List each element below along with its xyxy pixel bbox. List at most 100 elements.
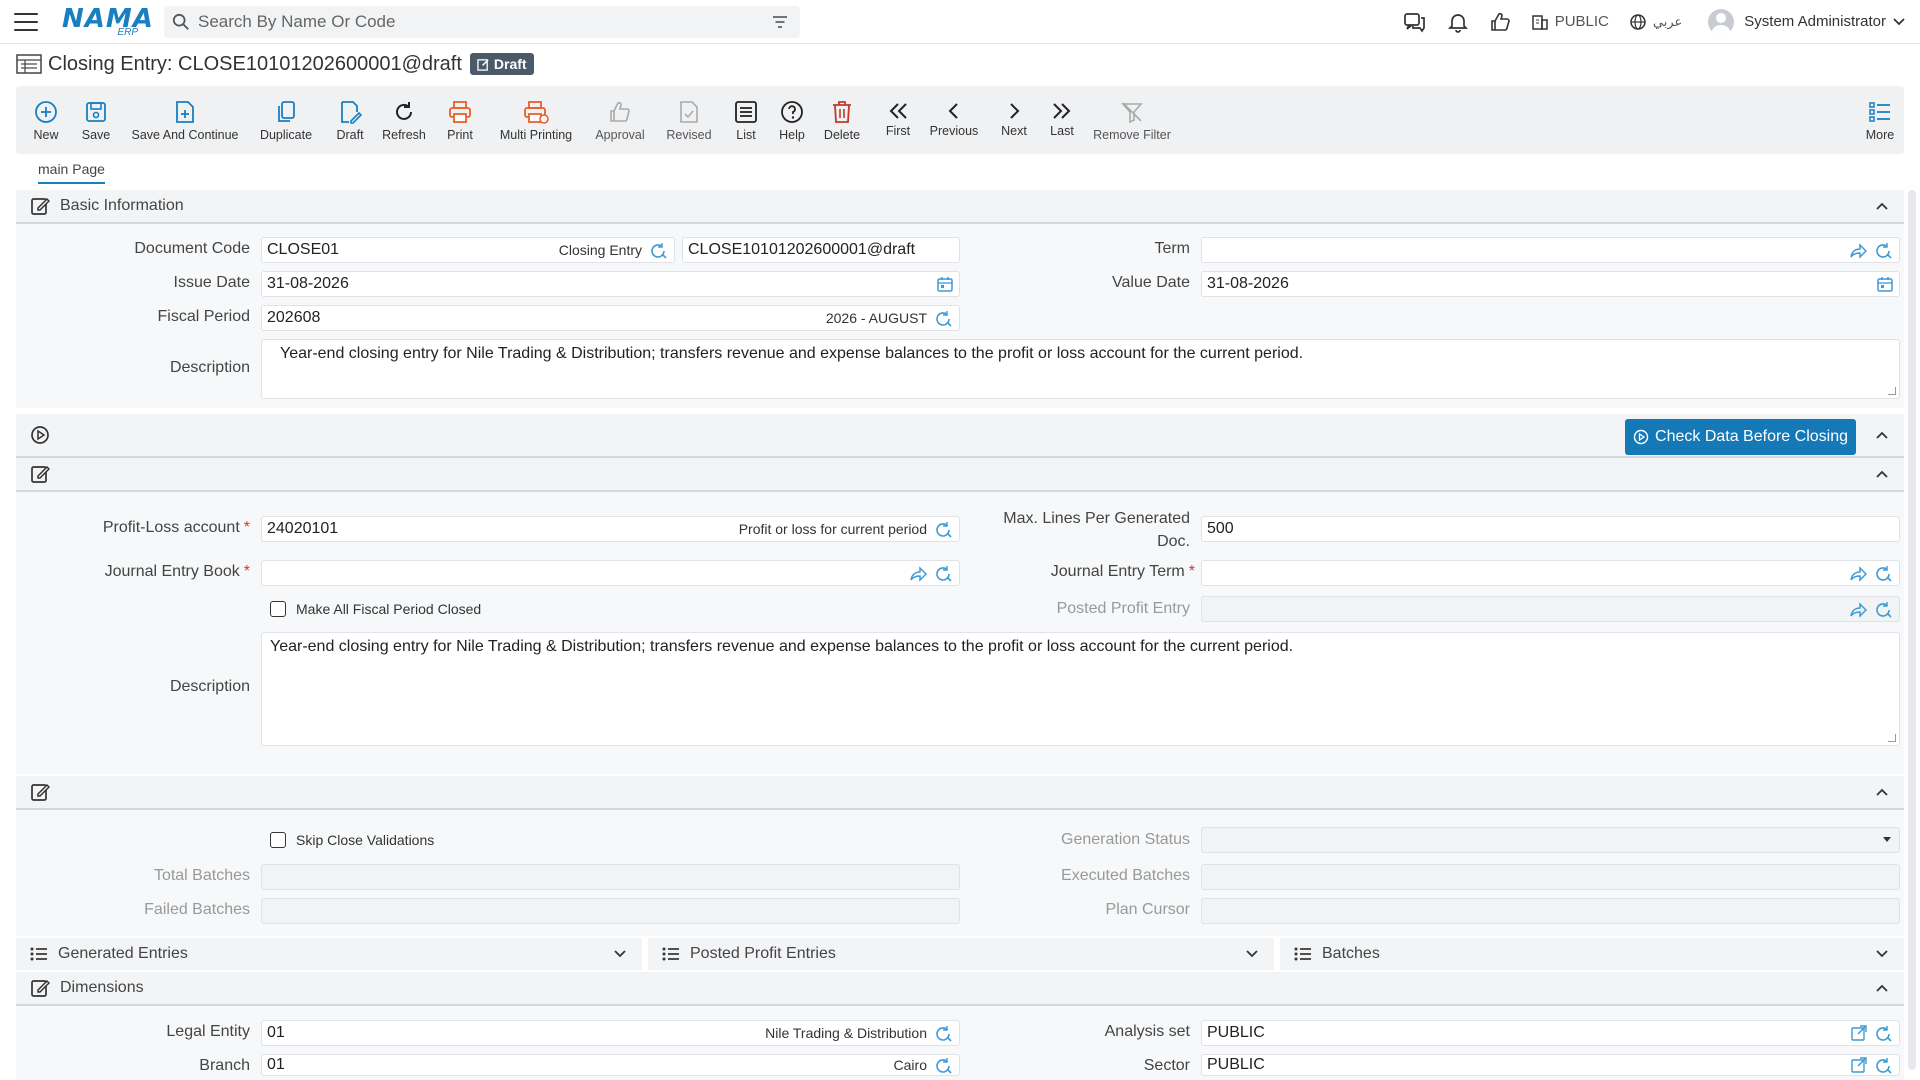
description-textarea[interactable]: Year-end closing entry for Nile Trading … xyxy=(261,339,1900,399)
search-refresh-icon[interactable] xyxy=(935,565,953,583)
document-code-field[interactable]: CLOSE01 Closing Entry xyxy=(261,237,675,263)
first-button[interactable]: First xyxy=(878,86,918,154)
external-link-icon[interactable] xyxy=(1851,1057,1867,1073)
chevron-up-icon[interactable] xyxy=(1874,784,1890,800)
search-refresh-icon[interactable] xyxy=(935,521,953,539)
journal-entry-term-field[interactable] xyxy=(1201,560,1900,586)
refresh-label: Refresh xyxy=(382,128,426,142)
save-button[interactable]: Save xyxy=(76,86,116,154)
external-link-icon[interactable] xyxy=(1851,1025,1867,1041)
chevron-up-icon[interactable] xyxy=(1874,427,1890,443)
chat-icon[interactable] xyxy=(1403,11,1427,33)
resize-handle[interactable] xyxy=(1888,387,1896,395)
chevron-up-icon[interactable] xyxy=(1874,980,1890,996)
multi-printing-button[interactable]: Multi Printing xyxy=(494,86,578,154)
legal-entity-field[interactable]: 01 Nile Trading & Distribution xyxy=(261,1020,960,1046)
document-number-field[interactable]: CLOSE10101202600001@draft xyxy=(682,237,960,263)
search-refresh-icon[interactable] xyxy=(1875,601,1893,619)
more-button[interactable]: More xyxy=(1862,86,1898,154)
sector-field[interactable]: PUBLIC xyxy=(1201,1054,1900,1076)
value-date-field[interactable]: 31-08-2026 xyxy=(1201,271,1900,297)
next-button[interactable]: Next xyxy=(996,86,1032,154)
search-refresh-icon[interactable] xyxy=(1875,242,1893,260)
search-refresh-icon[interactable] xyxy=(1875,565,1893,583)
search-refresh-icon[interactable] xyxy=(1875,1025,1893,1043)
draft-button[interactable]: Draft xyxy=(330,86,370,154)
help-button[interactable]: Help xyxy=(774,86,810,154)
branch-field[interactable]: 01 Cairo xyxy=(261,1054,960,1076)
resize-handle[interactable] xyxy=(1888,734,1896,742)
fiscal-period-value: 202608 xyxy=(267,309,321,326)
list-button[interactable]: List xyxy=(728,86,764,154)
checkbox-box[interactable] xyxy=(270,832,286,848)
batches-panel[interactable]: Batches xyxy=(1280,938,1904,970)
calendar-icon[interactable] xyxy=(937,276,953,292)
chevron-down-icon[interactable] xyxy=(1244,946,1260,962)
menu-icon[interactable] xyxy=(14,12,38,31)
search-refresh-icon[interactable] xyxy=(935,1025,953,1043)
term-field[interactable] xyxy=(1201,237,1900,263)
max-lines-field[interactable]: 500 xyxy=(1201,516,1900,542)
last-button[interactable]: Last xyxy=(1044,86,1080,154)
share-icon[interactable] xyxy=(1849,242,1867,260)
search-input[interactable] xyxy=(198,11,772,32)
share-icon[interactable] xyxy=(1849,565,1867,583)
share-icon[interactable] xyxy=(909,565,927,583)
generation-status-select[interactable] xyxy=(1201,827,1900,853)
fiscal-period-field[interactable]: 202608 2026 - AUGUST xyxy=(261,305,960,331)
check-data-before-closing-button[interactable]: Check Data Before Closing xyxy=(1625,419,1856,455)
posted-profit-entries-panel[interactable]: Posted Profit Entries xyxy=(648,938,1274,970)
profit-loss-account-field[interactable]: 24020101 Profit or loss for current peri… xyxy=(261,516,960,542)
calendar-icon[interactable] xyxy=(1877,276,1893,292)
revised-button[interactable]: Revised xyxy=(662,86,716,154)
generated-entries-panel[interactable]: Generated Entries xyxy=(16,938,642,970)
issue-date-field[interactable]: 31-08-2026 xyxy=(261,271,960,297)
skip-close-validations-checkbox[interactable]: Skip Close Validations xyxy=(270,832,434,848)
scrollbar-thumb[interactable] xyxy=(1908,190,1916,1070)
executed-batches-field[interactable] xyxy=(1201,864,1900,890)
section-basic-information[interactable]: Basic Information xyxy=(16,190,1904,224)
user-menu[interactable]: System Administrator xyxy=(1708,8,1906,35)
approval-button[interactable]: Approval xyxy=(590,86,650,154)
search-refresh-icon[interactable] xyxy=(1875,1057,1893,1075)
closing-description-textarea[interactable]: Year-end closing entry for Nile Trading … xyxy=(261,632,1900,746)
duplicate-button[interactable]: Duplicate xyxy=(256,86,316,154)
remove-filter-button[interactable]: Remove Filter xyxy=(1092,86,1172,154)
search-refresh-icon[interactable] xyxy=(650,242,668,260)
section-dimensions[interactable]: Dimensions xyxy=(16,972,1904,1006)
failed-batches-field[interactable] xyxy=(261,898,960,924)
language-selector[interactable]: عربي xyxy=(1629,13,1682,31)
section-closing[interactable] xyxy=(16,458,1904,492)
org-selector[interactable]: PUBLIC xyxy=(1531,13,1609,31)
search-refresh-icon[interactable] xyxy=(935,310,953,328)
analysis-set-field[interactable]: PUBLIC xyxy=(1201,1020,1900,1046)
filter-icon[interactable] xyxy=(772,15,788,29)
chevron-down-icon[interactable] xyxy=(612,946,628,962)
save-icon xyxy=(86,102,106,122)
plan-cursor-field[interactable] xyxy=(1201,898,1900,924)
logo[interactable]: NAMA ERP xyxy=(62,4,153,38)
print-button[interactable]: Print xyxy=(440,86,480,154)
section-batch[interactable] xyxy=(16,776,1904,810)
chevron-down-icon[interactable] xyxy=(1874,946,1890,962)
checkbox-box[interactable] xyxy=(270,601,286,617)
thumbs-up-icon[interactable] xyxy=(1489,11,1511,33)
refresh-button[interactable]: Refresh xyxy=(378,86,430,154)
share-icon[interactable] xyxy=(1849,601,1867,619)
make-all-fiscal-period-closed-checkbox[interactable]: Make All Fiscal Period Closed xyxy=(270,601,481,617)
scrollbar[interactable] xyxy=(1904,190,1920,1080)
chevron-up-icon[interactable] xyxy=(1874,198,1890,214)
posted-profit-entry-field[interactable] xyxy=(1201,596,1900,622)
chevron-up-icon[interactable] xyxy=(1874,466,1890,482)
total-batches-field[interactable] xyxy=(261,864,960,890)
tab-main-page[interactable]: main Page xyxy=(38,161,105,184)
save-and-continue-button[interactable]: Save And Continue xyxy=(130,86,240,154)
journal-entry-book-field[interactable] xyxy=(261,560,960,586)
delete-button[interactable]: Delete xyxy=(820,86,864,154)
bell-icon[interactable] xyxy=(1447,11,1469,33)
search-refresh-icon[interactable] xyxy=(935,1057,953,1075)
new-button[interactable]: New xyxy=(26,86,66,154)
previous-button[interactable]: Previous xyxy=(926,86,982,154)
search-icon xyxy=(172,13,189,30)
file-plus-icon xyxy=(176,101,194,123)
